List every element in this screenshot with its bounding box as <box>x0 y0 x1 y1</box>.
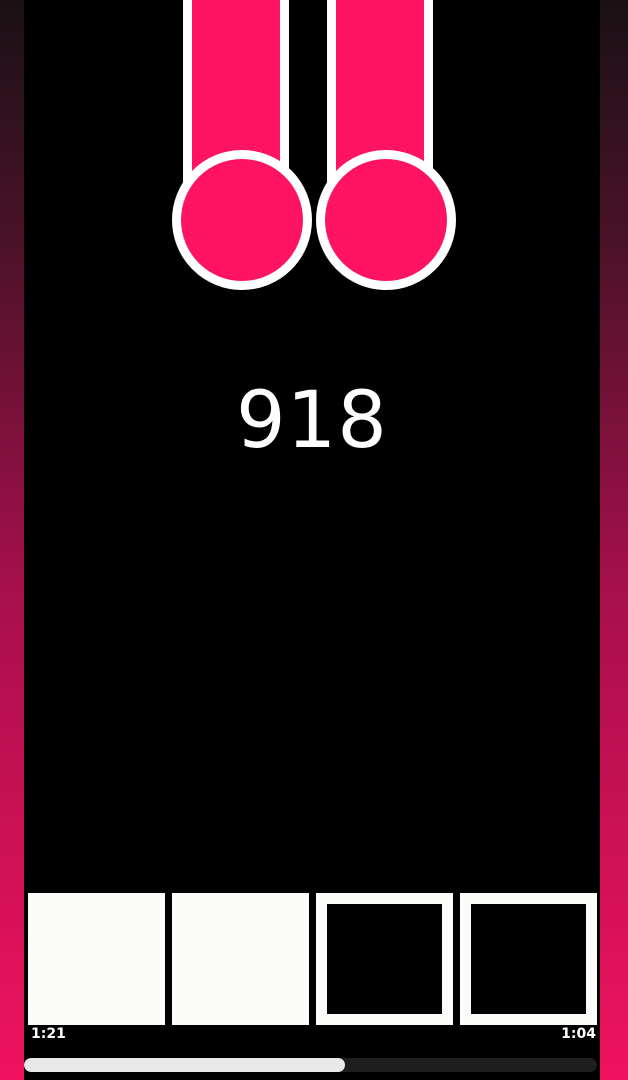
hold-note-lane-2 <box>172 0 312 290</box>
lane-pad-3[interactable] <box>316 893 453 1025</box>
lane-pads <box>28 893 598 1025</box>
song-progress-bar <box>24 1058 597 1072</box>
playfield: 918 <box>24 0 600 1080</box>
right-gradient-border <box>600 0 628 1080</box>
lane-pad-4[interactable] <box>460 893 597 1025</box>
left-gradient-border <box>0 0 24 1080</box>
lane-pad-2[interactable] <box>172 893 309 1025</box>
score-counter: 918 <box>236 376 388 466</box>
lane-pad-1[interactable] <box>28 893 165 1025</box>
hold-note-lane-3 <box>316 0 456 290</box>
elapsed-time: 1:21 <box>31 1026 66 1042</box>
remaining-time: 1:04 <box>561 1026 596 1042</box>
song-progress-fill <box>24 1058 345 1072</box>
hold-note-head <box>316 150 456 290</box>
hold-note-head <box>172 150 312 290</box>
